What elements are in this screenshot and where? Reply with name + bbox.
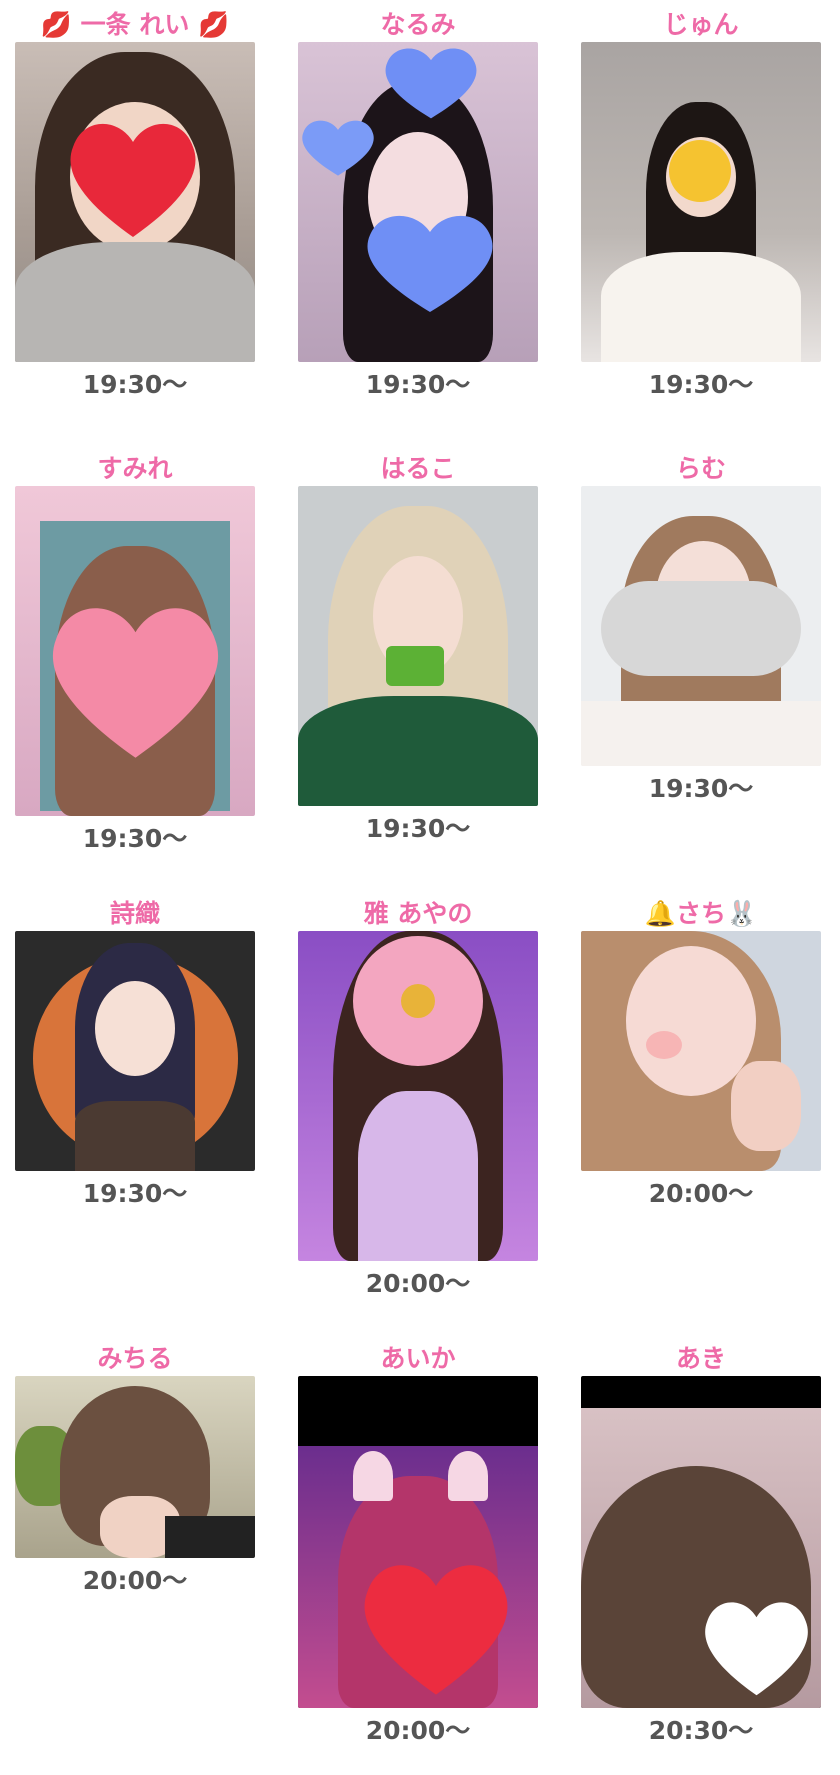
blue-heart-icon — [360, 207, 500, 321]
profile-photo[interactable] — [581, 42, 821, 362]
profile-card-ramu[interactable]: らむ 19:30〜 — [581, 452, 821, 806]
start-time: 19:30〜 — [648, 370, 754, 399]
start-time: 20:00〜 — [365, 1716, 471, 1745]
profile-name: らむ — [675, 454, 726, 483]
start-time: 19:30〜 — [82, 370, 188, 399]
start-time: 20:00〜 — [82, 1566, 188, 1595]
profile-card-sachi[interactable]: 🔔さち🐰 20:00〜 — [581, 897, 821, 1211]
start-time: 19:30〜 — [82, 1179, 188, 1208]
start-time: 19:30〜 — [365, 370, 471, 399]
start-time: 19:30〜 — [648, 774, 754, 803]
profile-name: なるみ — [380, 10, 456, 39]
profile-photo[interactable] — [298, 931, 538, 1261]
blue-heart-icon — [376, 42, 486, 126]
heart-icon — [63, 112, 203, 242]
profile-card-ayano[interactable]: 雅 あやの 20:00〜 — [298, 897, 538, 1301]
profile-name: 🔔さち🐰 — [644, 899, 758, 928]
profile-photo[interactable] — [15, 486, 255, 816]
profile-card-michiru[interactable]: みちる 20:00〜 — [15, 1342, 255, 1598]
profile-name: あいか — [380, 1344, 456, 1373]
profile-card-haruko[interactable]: はるこ 19:30〜 — [298, 452, 538, 846]
blue-heart-icon — [298, 112, 378, 186]
white-heart-icon — [699, 1591, 814, 1705]
profile-photo[interactable] — [298, 42, 538, 362]
profile-name: じゅん — [663, 10, 739, 39]
profile-photo[interactable] — [581, 486, 821, 766]
start-time: 19:30〜 — [365, 814, 471, 843]
profile-card-narumi[interactable]: なるみ 19:30〜 — [298, 8, 538, 402]
kiss-emoji-icon — [669, 140, 731, 202]
start-time: 19:30〜 — [82, 824, 188, 853]
profile-photo[interactable] — [15, 42, 255, 362]
profile-name: 雅 あやの — [363, 899, 473, 928]
profile-card-shiori[interactable]: 詩織 19:30〜 — [15, 897, 255, 1211]
start-time: 20:30〜 — [648, 1716, 754, 1745]
start-time: 20:00〜 — [365, 1269, 471, 1298]
pink-heart-icon — [43, 591, 228, 770]
profile-card-aika[interactable]: あいか 20:00〜 — [298, 1342, 538, 1748]
profile-photo[interactable] — [581, 1376, 821, 1708]
profile-name: みちる — [97, 1344, 173, 1373]
profile-photo[interactable] — [15, 931, 255, 1171]
profile-card-rei[interactable]: 💋 一条 れい 💋 19:30〜 — [15, 8, 255, 402]
profile-card-aki[interactable]: あき 20:30〜 — [581, 1342, 821, 1748]
profile-card-jun[interactable]: じゅん 19:30〜 — [581, 8, 821, 402]
profile-name: あき — [675, 1344, 726, 1373]
start-time: 20:00〜 — [648, 1179, 754, 1208]
profile-card-sumire[interactable]: すみれ 19:30〜 — [15, 452, 255, 856]
profile-photo[interactable] — [581, 931, 821, 1171]
sticker-icon — [386, 646, 444, 686]
profile-name: 詩織 — [109, 899, 160, 928]
profile-name: すみれ — [97, 454, 173, 483]
cloud-icon — [601, 581, 801, 676]
profile-photo[interactable] — [298, 486, 538, 806]
profile-photo[interactable] — [298, 1376, 538, 1708]
cat-face-filter — [646, 1031, 682, 1059]
red-heart-icon — [356, 1551, 516, 1705]
profile-name: はるこ — [380, 454, 456, 483]
profile-photo[interactable] — [15, 1376, 255, 1558]
profile-name: 💋 一条 れい 💋 — [40, 10, 230, 39]
